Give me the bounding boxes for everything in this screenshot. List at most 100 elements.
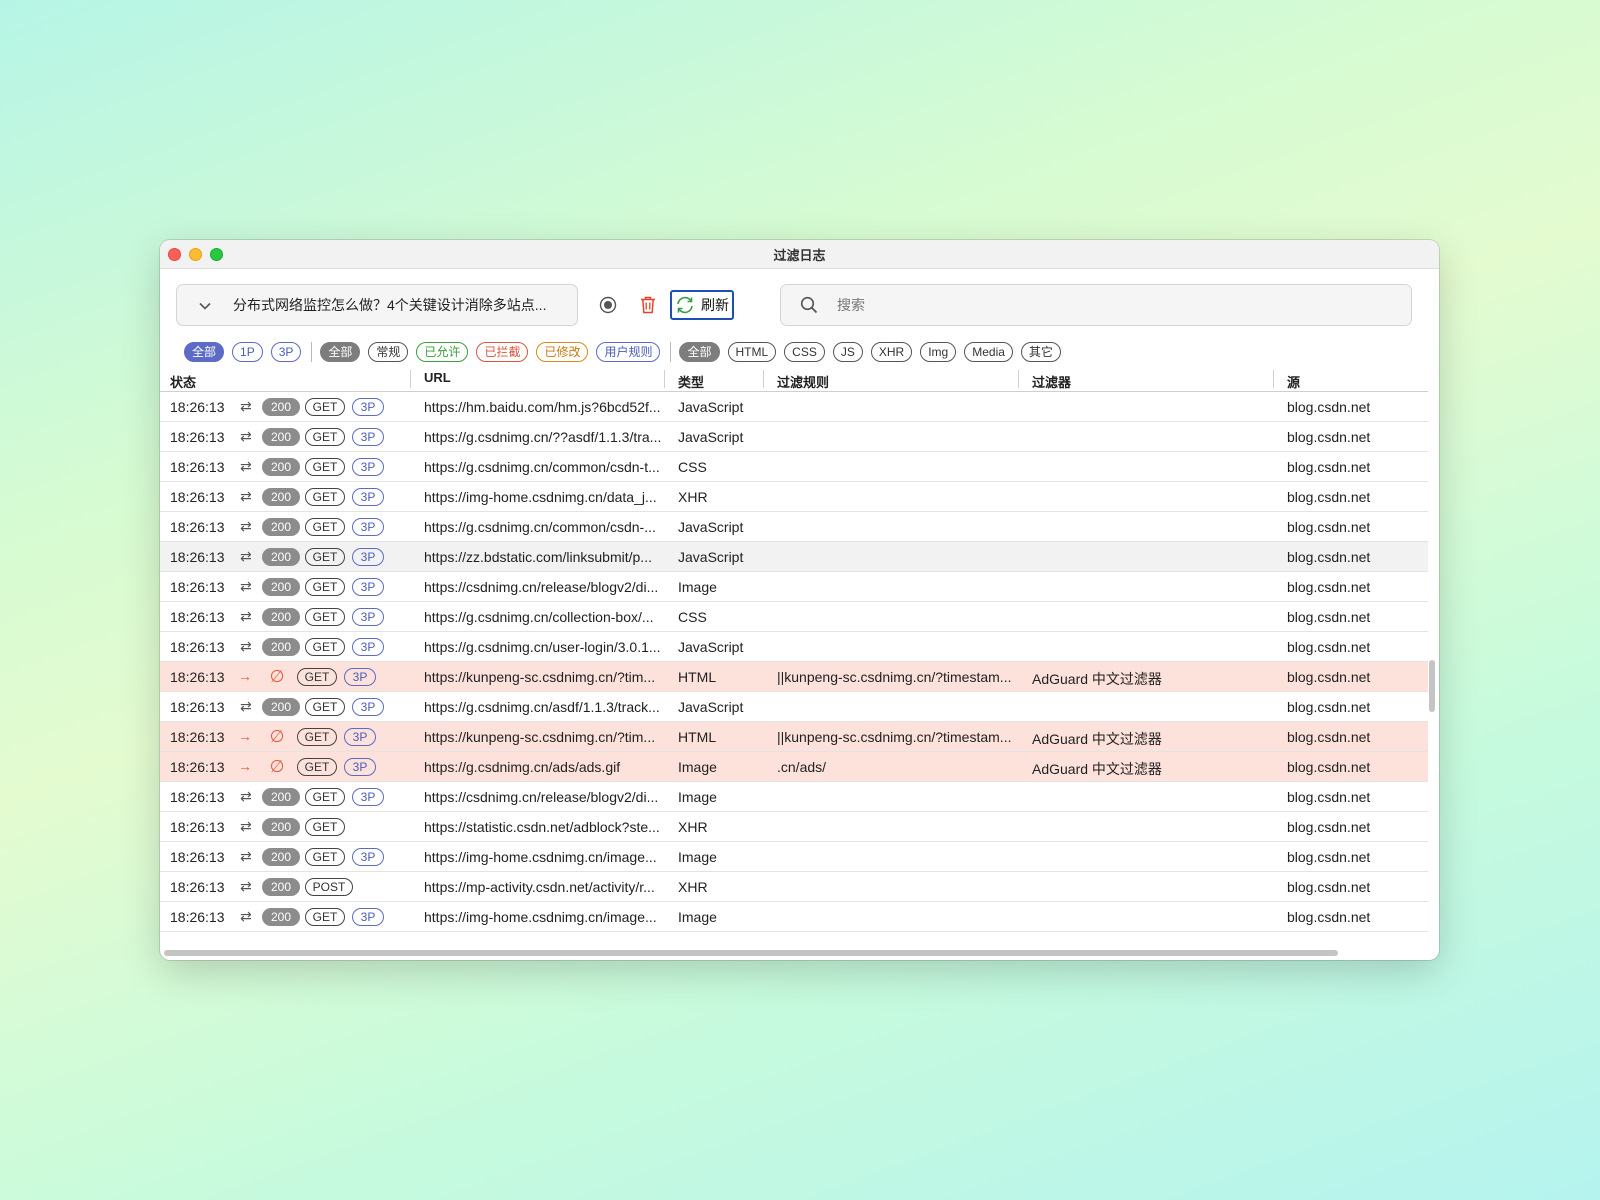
column-divider[interactable] (1018, 370, 1019, 388)
column-header-url[interactable]: URL (424, 370, 451, 385)
url-cell: https://g.csdnimg.cn/collection-box/... (424, 609, 654, 625)
type-cell: XHR (678, 819, 708, 835)
filter-type-img[interactable]: Img (920, 342, 957, 362)
record-button[interactable] (596, 284, 620, 326)
minimize-window-button[interactable] (189, 248, 202, 261)
column-header-status[interactable]: 状态 (170, 372, 196, 391)
table-row-blocked[interactable]: 18:26:13 → ∅ GET 3P https://kunpeng-sc.csdnim… (160, 662, 1428, 692)
status-code-badge: 200 (262, 908, 300, 926)
method-badge: GET (305, 578, 345, 596)
type-cell: XHR (678, 489, 708, 505)
filter-status-allowed[interactable]: 已允许 (416, 342, 469, 362)
url-cell: https://g.csdnimg.cn/user-login/3.0.1... (424, 639, 661, 655)
zoom-window-button[interactable] (210, 248, 223, 261)
filter-rule-cell: .cn/ads/ (777, 759, 827, 775)
type-cell: CSS (678, 459, 707, 475)
table-row[interactable]: 18:26:13 ⇄ 200 GET 3P https://g.csdnimg.cn/??… (160, 422, 1428, 452)
table-row[interactable]: 18:26:13 ⇄ 200 POST https://mp-activity.csdn… (160, 872, 1428, 902)
filter-rule-cell: ||kunpeng-sc.csdnimg.cn/?timestam... (777, 729, 1012, 745)
filter-status-regular[interactable]: 常规 (368, 342, 409, 362)
refresh-button[interactable]: 刷新 (670, 290, 734, 320)
clear-log-button[interactable] (636, 284, 660, 326)
table-row[interactable]: 18:26:13 ⇄ 200 GET 3P https://zz.bdstatic.com… (160, 542, 1428, 572)
method-badge: GET (297, 668, 337, 686)
vertical-scrollbar[interactable] (1429, 660, 1435, 712)
filter-party-1p[interactable]: 1P (232, 342, 263, 362)
source-cell: blog.csdn.net (1287, 759, 1371, 775)
column-divider[interactable] (664, 370, 665, 388)
type-cell: Image (678, 579, 717, 595)
transfer-arrows-icon: ⇄ (240, 488, 252, 504)
filter-status-all[interactable]: 全部 (320, 342, 361, 362)
column-divider[interactable] (763, 370, 764, 388)
transfer-arrows-icon: ⇄ (240, 518, 252, 534)
filter-type-css[interactable]: CSS (784, 342, 825, 362)
time-cell: 18:26:13 (170, 879, 225, 895)
filter-name-cell: AdGuard 中文过滤器 (1032, 761, 1162, 777)
source-cell: blog.csdn.net (1287, 489, 1371, 505)
filter-status-blocked[interactable]: 已拦截 (476, 342, 529, 362)
filter-party-3p[interactable]: 3P (270, 342, 302, 362)
time-cell: 18:26:13 (170, 789, 225, 805)
table-row[interactable]: 18:26:13 ⇄ 200 GET 3P https://csdnimg.cn/rele… (160, 572, 1428, 602)
column-header-rule[interactable]: 过滤规则 (777, 372, 829, 391)
method-badge: GET (305, 488, 345, 506)
column-header-type[interactable]: 类型 (678, 372, 704, 391)
filter-log-window: 过滤日志 分布式网络监控怎么做？4个关键设计消除多站点... 刷新 搜索 全部 … (160, 240, 1439, 960)
source-cell: blog.csdn.net (1287, 459, 1371, 475)
method-badge: GET (305, 608, 345, 626)
close-window-button[interactable] (168, 248, 181, 261)
filter-type-all[interactable]: 全部 (679, 342, 720, 362)
time-cell: 18:26:13 (170, 399, 225, 415)
table-row[interactable]: 18:26:13 ⇄ 200 GET 3P https://hm.baidu.com/hm… (160, 392, 1428, 422)
filter-type-html[interactable]: HTML (727, 342, 777, 362)
transfer-arrows-icon: ⇄ (240, 548, 252, 564)
filter-type-media[interactable]: Media (964, 342, 1013, 362)
filter-divider (670, 342, 672, 362)
method-badge: GET (305, 848, 345, 866)
column-header-source[interactable]: 源 (1287, 372, 1300, 391)
table-row-blocked[interactable]: 18:26:13 → ∅ GET 3P https://kunpeng-sc.csdnim… (160, 722, 1428, 752)
source-cell: blog.csdn.net (1287, 699, 1371, 715)
source-cell: blog.csdn.net (1287, 549, 1371, 565)
table-row[interactable]: 18:26:13 ⇄ 200 GET 3P https://csdnimg.cn/rele… (160, 782, 1428, 812)
transfer-arrows-icon: ⇄ (240, 638, 252, 654)
transfer-arrows-icon: ⇄ (240, 878, 252, 894)
column-header-filter[interactable]: 过滤器 (1032, 372, 1071, 391)
type-cell: Image (678, 789, 717, 805)
table-row[interactable]: 18:26:13 ⇄ 200 GET 3P https://img-home.csdnim… (160, 842, 1428, 872)
search-box[interactable] (780, 284, 1412, 326)
filter-type-xhr[interactable]: XHR (870, 342, 913, 362)
filter-type-js[interactable]: JS (832, 342, 863, 362)
type-cell: HTML (678, 729, 717, 745)
table-row[interactable]: 18:26:13 ⇄ 200 GET https://statistic.csdn.ne… (160, 812, 1428, 842)
status-code-badge: 200 (262, 878, 300, 896)
url-cell: https://zz.bdstatic.com/linksubmit/p... (424, 549, 652, 565)
table-row[interactable]: 18:26:13 ⇄ 200 GET 3P https://img-home.csdnim… (160, 902, 1428, 932)
horizontal-scrollbar[interactable] (164, 950, 1338, 956)
column-divider[interactable] (1273, 370, 1274, 388)
method-badge: GET (305, 908, 345, 926)
table-row[interactable]: 18:26:13 ⇄ 200 GET 3P https://img-home.csdnim… (160, 482, 1428, 512)
type-cell: JavaScript (678, 399, 744, 415)
type-cell: HTML (678, 669, 717, 685)
third-party-badge: 3P (352, 608, 384, 626)
table-row[interactable]: 18:26:13 ⇄ 200 GET 3P https://g.csdnimg.cn/us… (160, 632, 1428, 662)
filter-type-other[interactable]: 其它 (1020, 342, 1061, 362)
filter-status-modified[interactable]: 已修改 (536, 342, 589, 362)
toolbar: 分布式网络监控怎么做？4个关键设计消除多站点... 刷新 (176, 284, 1439, 326)
table-row-blocked[interactable]: 18:26:13 → ∅ GET 3P https://g.csdnimg.cn/ads/… (160, 752, 1428, 782)
table-row[interactable]: 18:26:13 ⇄ 200 GET 3P https://g.csdnimg.cn/co… (160, 512, 1428, 542)
column-divider[interactable] (410, 370, 411, 388)
filter-status-user-rules[interactable]: 用户规则 (596, 342, 661, 362)
search-input[interactable] (837, 297, 1337, 313)
table-row[interactable]: 18:26:13 ⇄ 200 GET 3P https://g.csdnimg.cn/as… (160, 692, 1428, 722)
tab-selector[interactable]: 分布式网络监控怎么做？4个关键设计消除多站点... (176, 284, 578, 326)
filter-party-all[interactable]: 全部 (184, 342, 225, 362)
method-badge: GET (305, 638, 345, 656)
table-row[interactable]: 18:26:13 ⇄ 200 GET 3P https://g.csdnimg.cn/co… (160, 602, 1428, 632)
table-row[interactable]: 18:26:13 ⇄ 200 GET 3P https://g.csdnimg.cn/co… (160, 452, 1428, 482)
type-cell: JavaScript (678, 549, 744, 565)
method-badge: GET (297, 728, 337, 746)
source-cell: blog.csdn.net (1287, 729, 1371, 745)
